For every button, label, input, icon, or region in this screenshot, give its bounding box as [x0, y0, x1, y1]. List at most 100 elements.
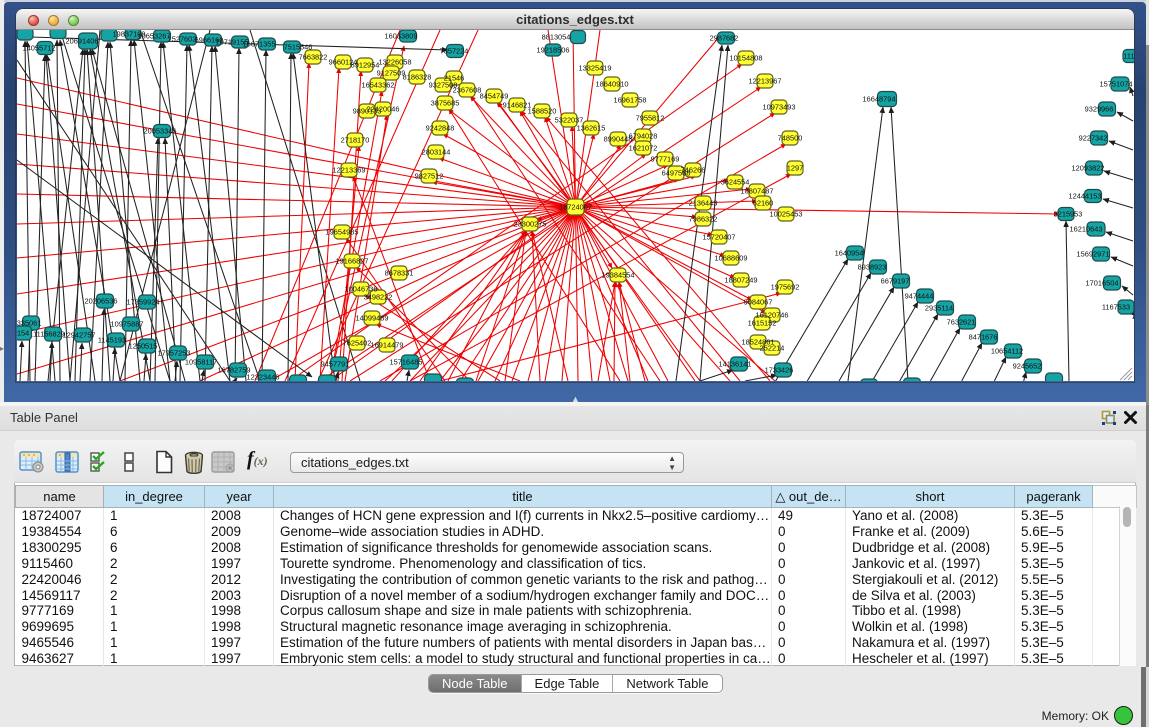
svg-text:12942757: 12942757 — [63, 331, 96, 340]
svg-text:16210643: 16210643 — [1070, 225, 1103, 234]
svg-text:18724007: 18724007 — [559, 203, 592, 212]
svg-text:17957253: 17957253 — [158, 349, 191, 358]
svg-text:16543362: 16543362 — [362, 81, 395, 90]
svg-text:2803144: 2803144 — [422, 148, 451, 157]
svg-text:9242848: 9242848 — [426, 124, 455, 133]
svg-text:18640910: 18640910 — [596, 80, 629, 89]
svg-text:9127509: 9127509 — [377, 69, 406, 78]
svg-text:9457791: 9457791 — [321, 360, 350, 369]
svg-text:7357224: 7357224 — [440, 47, 469, 56]
svg-text:12093822: 12093822 — [1072, 164, 1105, 173]
svg-text:2987682: 2987682 — [710, 34, 739, 43]
svg-text:1975692: 1975692 — [771, 283, 800, 292]
svg-text:15692971: 15692971 — [1077, 250, 1110, 259]
svg-text:6794028: 6794028 — [629, 132, 658, 141]
svg-text:20206536: 20206536 — [85, 297, 118, 306]
svg-text:9245652: 9245652 — [1013, 362, 1042, 371]
svg-text:1527602: 1527602 — [168, 35, 197, 44]
svg-text:1167533: 1167533 — [1102, 303, 1130, 312]
svg-text:15720407: 15720407 — [703, 233, 736, 242]
svg-text:2718170: 2718170 — [341, 136, 370, 145]
svg-text:3215953: 3215953 — [1054, 210, 1083, 219]
svg-text:9474444: 9474444 — [905, 292, 934, 301]
svg-text:10025453: 10025453 — [770, 210, 803, 219]
svg-text:16671355: 16671355 — [243, 40, 276, 49]
svg-text:9227342: 9227342 — [1079, 134, 1108, 143]
svg-text:12444153: 12444153 — [1069, 192, 1102, 201]
svg-text:18807249: 18807249 — [725, 276, 758, 285]
svg-text:8454749: 8454749 — [480, 92, 509, 101]
svg-text:1621072: 1621072 — [629, 144, 658, 153]
svg-text:3875685: 3875685 — [431, 99, 460, 108]
svg-text:17359924: 17359924 — [127, 298, 160, 307]
svg-text:10654112: 10654112 — [991, 347, 1023, 356]
svg-text:7986322: 7986322 — [689, 215, 718, 224]
svg-text:8186328: 8186328 — [403, 73, 432, 82]
svg-text:8678331: 8678331 — [385, 269, 414, 278]
svg-text:1362615: 1362615 — [577, 124, 606, 133]
svg-text:2935114: 2935114 — [925, 304, 953, 313]
svg-text:10154808: 10154808 — [730, 54, 763, 63]
svg-text:10975887: 10975887 — [111, 320, 144, 329]
svg-text:1615152: 1615152 — [748, 319, 777, 328]
svg-text:16914479: 16914479 — [371, 341, 404, 350]
svg-text:16033809: 16033809 — [385, 32, 418, 41]
svg-text:9827512: 9827512 — [415, 172, 444, 181]
svg-text:7955812: 7955812 — [636, 114, 665, 123]
svg-text:39154: 39154 — [17, 329, 29, 338]
svg-text:16648794: 16648794 — [863, 95, 896, 104]
svg-text:2136443: 2136443 — [689, 199, 718, 208]
svg-text:16961758: 16961758 — [614, 96, 647, 105]
svg-text:1297: 1297 — [787, 164, 803, 173]
svg-text:8938923: 8938923 — [858, 263, 887, 272]
svg-text:7632621: 7632621 — [947, 318, 976, 327]
svg-text:19654985: 19654985 — [326, 228, 359, 237]
svg-text:7663822: 7663822 — [299, 53, 328, 62]
svg-text:1733426: 1733426 — [765, 366, 794, 375]
svg-text:3498222: 3498222 — [364, 293, 393, 302]
svg-text:16782759: 16782759 — [218, 366, 251, 375]
svg-text:1145193: 1145193 — [98, 336, 126, 345]
svg-text:10653267: 10653267 — [138, 32, 171, 41]
svg-text:1117: 1117 — [1123, 52, 1134, 61]
svg-text:8471676: 8471676 — [969, 333, 998, 342]
svg-text:10958117: 10958117 — [185, 358, 217, 367]
svg-text:14136141: 14136141 — [719, 360, 752, 369]
svg-text:9777169: 9777169 — [651, 155, 680, 164]
svg-text:12213369: 12213369 — [333, 166, 366, 175]
svg-text:19166827: 19166827 — [336, 257, 369, 266]
svg-text:7515546: 7515546 — [284, 43, 313, 52]
svg-text:19384554: 19384554 — [602, 271, 635, 280]
svg-text:13325419: 13325419 — [579, 64, 612, 73]
svg-text:62160: 62160 — [753, 199, 774, 208]
svg-text:9890133: 9890133 — [353, 107, 382, 116]
svg-text:12323446: 12323446 — [247, 373, 280, 381]
svg-text:10973493: 10973493 — [763, 103, 796, 112]
svg-text:6679197: 6679197 — [881, 277, 910, 286]
svg-text:10688609: 10688609 — [715, 254, 748, 263]
svg-text:1250515: 1250515 — [129, 342, 158, 351]
svg-text:1335061: 1335061 — [17, 319, 41, 328]
svg-text:14099489: 14099489 — [356, 314, 389, 323]
svg-text:20691406: 20691406 — [66, 37, 99, 46]
svg-text:12213967: 12213967 — [749, 77, 782, 86]
svg-text:9084067: 9084067 — [744, 298, 773, 307]
svg-text:1588520: 1588520 — [528, 107, 557, 116]
svg-text:17016504: 17016504 — [1086, 279, 1119, 288]
svg-text:15716485: 15716485 — [390, 358, 423, 367]
svg-text:14055712: 14055712 — [23, 44, 56, 53]
svg-text:23300275: 23300275 — [514, 220, 547, 229]
svg-text:19218506: 19218506 — [537, 46, 570, 55]
svg-text:6497568: 6497568 — [662, 169, 691, 178]
svg-text:252214: 252214 — [760, 344, 785, 353]
svg-text:15751074: 15751074 — [1100, 80, 1133, 89]
svg-text:20053346: 20053346 — [144, 127, 177, 136]
svg-text:748500: 748500 — [778, 134, 803, 143]
svg-text:10807487: 10807487 — [741, 187, 774, 196]
svg-text:8912954: 8912954 — [351, 61, 380, 70]
svg-text:7625402: 7625402 — [343, 339, 372, 348]
svg-text:1640954: 1640954 — [835, 249, 864, 258]
svg-text:2367608: 2367608 — [453, 86, 482, 95]
svg-text:9329966: 9329966 — [1085, 105, 1114, 114]
svg-text:11156829: 11156829 — [33, 330, 65, 339]
